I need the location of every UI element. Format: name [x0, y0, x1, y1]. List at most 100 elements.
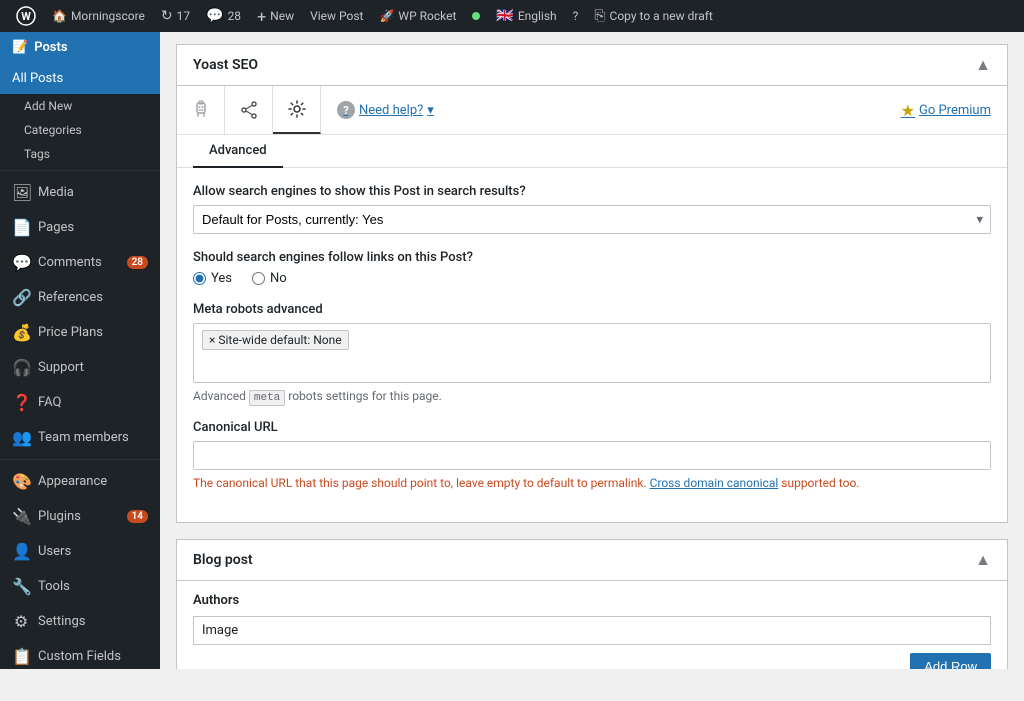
- custom-fields-icon: 📋: [12, 647, 30, 666]
- wp-logo-button[interactable]: W: [8, 0, 44, 32]
- new-button[interactable]: + New: [249, 0, 302, 32]
- search-visibility-select[interactable]: Default for Posts, currently: Yes Yes No: [193, 205, 991, 234]
- price-plans-icon: 💰: [12, 323, 30, 342]
- yoast-seo-title: Yoast SEO: [193, 57, 258, 73]
- yoast-advanced-tab-icon[interactable]: [273, 86, 321, 134]
- yoast-social-tab-icon[interactable]: [225, 86, 273, 134]
- comments-icon: 💬: [12, 253, 30, 272]
- faq-icon: ❓: [12, 393, 30, 412]
- follow-links-yes[interactable]: Yes: [193, 271, 232, 286]
- canonical-url-input[interactable]: [193, 441, 991, 470]
- sidebar-item-pages[interactable]: 📄 Pages: [0, 210, 160, 245]
- follow-links-no-radio[interactable]: [252, 272, 265, 285]
- sidebar-item-users[interactable]: 👤 Users: [0, 534, 160, 569]
- sidebar-item-media[interactable]: 🖼 Media: [0, 175, 160, 210]
- sidebar-item-references[interactable]: 🔗 References: [0, 280, 160, 315]
- canonical-url-help: The canonical URL that this page should …: [193, 476, 991, 490]
- sidebar-item-settings[interactable]: ⚙ Settings: [0, 604, 160, 639]
- yoast-help-link[interactable]: ? Need help? ▾: [337, 101, 434, 119]
- green-status: [464, 0, 488, 32]
- view-post-button[interactable]: View Post: [302, 0, 371, 32]
- yoast-advanced-form: Allow search engines to show this Post i…: [177, 168, 1007, 522]
- search-visibility-label: Allow search engines to show this Post i…: [193, 184, 991, 199]
- meta-robots-tag: × Site-wide default: None: [202, 330, 349, 350]
- posts-icon: 📝: [12, 40, 28, 55]
- copy-draft-button[interactable]: ⎘ Copy to a new draft: [586, 0, 721, 32]
- posts-menu-header[interactable]: 📝 Posts: [0, 32, 160, 63]
- table-row: Image: [194, 617, 991, 645]
- meta-robots-field: Meta robots advanced × Site-wide default…: [193, 302, 991, 404]
- comments-icon: 💬: [206, 8, 223, 24]
- blog-post-collapse-button[interactable]: ▲: [975, 550, 991, 570]
- sidebar-item-categories[interactable]: Categories: [0, 118, 160, 142]
- plugins-icon: 🔌: [12, 507, 30, 526]
- sidebar-item-tools[interactable]: 🔧 Tools: [0, 569, 160, 604]
- star-icon: ★: [901, 101, 915, 120]
- yoast-seo-body: ? Need help? ▾ ★ Go Premium Advanced: [177, 86, 1007, 522]
- sidebar-item-appearance[interactable]: 🎨 Appearance: [0, 464, 160, 499]
- team-icon: 👥: [12, 428, 30, 447]
- support-icon: 🎧: [12, 358, 30, 377]
- yoast-seo-panel: Yoast SEO ▲: [176, 44, 1008, 523]
- sidebar-item-price-plans[interactable]: 💰 Price Plans: [0, 315, 160, 350]
- sidebar-item-faq[interactable]: ❓ FAQ: [0, 385, 160, 420]
- plugins-badge: 14: [127, 510, 148, 523]
- yoast-seo-header: Yoast SEO ▲: [177, 45, 1007, 86]
- tab-advanced[interactable]: Advanced: [193, 135, 283, 168]
- yoast-seo-tab-icon[interactable]: [177, 86, 225, 134]
- add-row-button[interactable]: Add Row: [910, 653, 991, 669]
- admin-sidebar: 📝 Posts All Posts Add New Categories Tag…: [0, 32, 160, 669]
- follow-links-label: Should search engines follow links on th…: [193, 250, 991, 265]
- menu-separator: [0, 170, 160, 171]
- follow-links-no[interactable]: No: [252, 271, 287, 286]
- yoast-premium-link[interactable]: ★ Go Premium: [901, 101, 991, 120]
- blog-post-body: Authors Image Add Row: [177, 581, 1007, 669]
- sidebar-item-comments[interactable]: 💬 Comments 28: [0, 245, 160, 280]
- sidebar-item-add-new[interactable]: Add New: [0, 94, 160, 118]
- meta-robots-code: meta: [249, 390, 285, 406]
- updates-button[interactable]: ↻ 17: [153, 0, 198, 32]
- users-icon: 👤: [12, 542, 30, 561]
- comments-badge: 28: [127, 256, 148, 269]
- updates-icon: ↻: [161, 8, 173, 24]
- pages-icon: 📄: [12, 218, 30, 237]
- sidebar-item-support[interactable]: 🎧 Support: [0, 350, 160, 385]
- follow-links-yes-radio[interactable]: [193, 272, 206, 285]
- references-icon: 🔗: [12, 288, 30, 307]
- blog-post-title: Blog post: [193, 552, 253, 568]
- comments-button[interactable]: 💬 28: [198, 0, 249, 32]
- sidebar-item-plugins[interactable]: 🔌 Plugins 14: [0, 499, 160, 534]
- language-button[interactable]: 🇬🇧 English: [488, 0, 564, 32]
- admin-bar: W 🏠 Morningscore ↻ 17 💬 28 + New View Po…: [0, 0, 1024, 32]
- copy-icon: ⎘: [594, 8, 605, 24]
- flag-icon: 🇬🇧: [496, 8, 513, 24]
- site-name[interactable]: 🏠 Morningscore: [44, 0, 153, 32]
- main-content-area: Yoast SEO ▲: [160, 32, 1024, 669]
- menu-separator-2: [0, 459, 160, 460]
- settings-icon: ⚙: [12, 612, 30, 631]
- sidebar-item-custom-fields[interactable]: 📋 Custom Fields: [0, 639, 160, 669]
- chevron-down-icon: ▾: [427, 103, 434, 118]
- canonical-url-label: Canonical URL: [193, 420, 991, 435]
- site-icon: 🏠: [52, 9, 67, 23]
- blog-post-header: Blog post ▲: [177, 540, 1007, 581]
- svg-text:W: W: [21, 10, 31, 23]
- sidebar-item-tags[interactable]: Tags: [0, 142, 160, 166]
- follow-links-field: Should search engines follow links on th…: [193, 250, 991, 286]
- yoast-collapse-button[interactable]: ▲: [975, 55, 991, 75]
- question-icon: ?: [337, 101, 355, 119]
- follow-links-radio-group: Yes No: [193, 271, 991, 286]
- authors-label: Authors: [193, 593, 991, 608]
- cross-domain-link[interactable]: Cross domain canonical: [650, 476, 779, 490]
- sidebar-item-all-posts[interactable]: All Posts: [0, 63, 160, 94]
- status-dot: [472, 12, 480, 20]
- sidebar-item-team-members[interactable]: 👥 Team members: [0, 420, 160, 455]
- meta-robots-help-text: Advanced meta robots settings for this p…: [193, 389, 991, 404]
- help-button[interactable]: ?: [565, 0, 587, 32]
- canonical-url-field: Canonical URL The canonical URL that thi…: [193, 420, 991, 490]
- wp-rocket-button[interactable]: 🚀 WP Rocket: [371, 0, 464, 32]
- meta-robots-box[interactable]: × Site-wide default: None: [193, 323, 991, 383]
- search-visibility-select-wrap: Default for Posts, currently: Yes Yes No…: [193, 205, 991, 234]
- appearance-icon: 🎨: [12, 472, 30, 491]
- media-icon: 🖼: [12, 183, 30, 202]
